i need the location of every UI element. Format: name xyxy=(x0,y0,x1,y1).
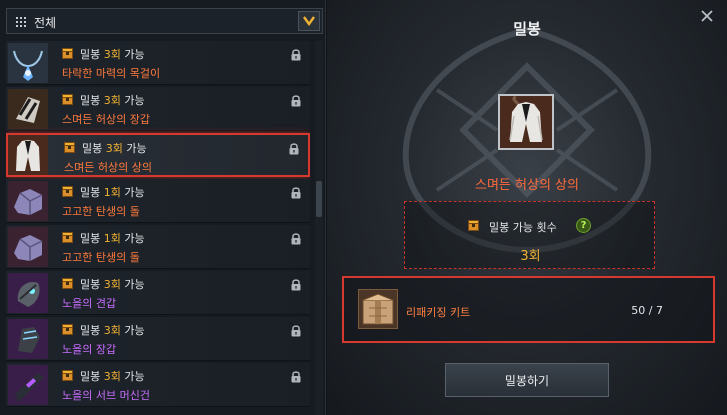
smg-icon xyxy=(8,365,48,405)
seal-count-label: 밀봉 가능 횟수 xyxy=(489,221,557,234)
seal-count-value: 3회 xyxy=(520,249,541,264)
coat-icon xyxy=(8,135,48,175)
item-list-panel: 전체 밀봉 3회 가능 타락한 마력의 목걸이 밀봉 3회 가능 스며든 허상의 장갑… xyxy=(0,0,326,415)
list-item[interactable]: 밀봉 3회 가능노을의 서브 머신건 xyxy=(6,363,310,407)
selected-item-name: 스며든 허상의 상의 xyxy=(475,178,579,193)
lock-icon xyxy=(291,325,301,337)
list-item[interactable]: 밀봉 3회 가능 노을의 장갑 xyxy=(6,317,310,361)
chest-icon xyxy=(62,94,73,105)
seal-count-box: 밀봉 가능 횟수 ? 3회 xyxy=(404,201,655,269)
item-name: 스며든 허상의 상의 xyxy=(64,161,152,174)
seal-count: 1회 xyxy=(103,186,121,199)
close-icon[interactable] xyxy=(700,9,714,23)
chest-icon xyxy=(62,278,73,289)
stone-icon xyxy=(8,227,48,267)
seal-prefix: 밀봉 xyxy=(80,278,104,291)
filter-label: 전체 xyxy=(34,16,57,30)
item-seal-status: 밀봉 3회 가능 xyxy=(80,322,145,338)
sealable-item-list: 밀봉 3회 가능 타락한 마력의 목걸이 밀봉 3회 가능 스며든 허상의 장갑 밀봉 … xyxy=(6,41,310,415)
lock-icon xyxy=(291,371,301,383)
seal-button[interactable]: 밀봉하기 xyxy=(445,363,609,397)
necklace-icon xyxy=(8,43,48,83)
chest-icon xyxy=(468,220,479,231)
item-name: 고고한 탄생의 돌 xyxy=(62,205,140,218)
seal-suffix: 가능 xyxy=(120,186,145,199)
chest-icon xyxy=(62,370,73,381)
item-name: 노을의 서브 머신건 xyxy=(62,389,150,402)
list-scrollbar[interactable] xyxy=(315,41,323,415)
grid-icon xyxy=(16,17,26,27)
item-name: 타락한 마력의 목걸이 xyxy=(62,67,161,80)
seal-prefix: 밀봉 xyxy=(80,48,104,61)
list-item[interactable]: 밀봉 3회 가능스며든 허상의 상의 xyxy=(6,133,310,177)
repackaging-kit-icon xyxy=(358,289,398,329)
scrollbar-thumb[interactable] xyxy=(316,181,322,217)
chest-icon xyxy=(64,142,75,153)
item-name: 노을의 장갑 xyxy=(62,343,117,356)
seal-suffix: 가능 xyxy=(120,48,145,61)
seal-prefix: 밀봉 xyxy=(80,186,104,199)
item-name: 노을의 견갑 xyxy=(62,297,117,310)
chest-icon xyxy=(62,48,73,59)
lock-icon xyxy=(289,143,299,155)
list-item[interactable]: 밀봉 3회 가능 노을의 견갑 xyxy=(6,271,310,315)
seal-suffix: 가능 xyxy=(120,324,145,337)
lock-icon xyxy=(291,279,301,291)
seal-suffix: 가능 xyxy=(120,278,145,291)
seal-prefix: 밀봉 xyxy=(80,324,104,337)
lock-icon xyxy=(291,233,301,245)
item-seal-status: 밀봉 3회 가능 xyxy=(80,92,145,108)
seal-suffix: 가능 xyxy=(120,370,145,383)
seal-prefix: 밀봉 xyxy=(80,232,104,245)
pauldron-icon xyxy=(8,273,48,313)
chest-icon xyxy=(62,232,73,243)
material-row: 리패키징 키트 50 / 7 xyxy=(342,276,715,343)
coat-icon xyxy=(500,96,552,148)
list-item[interactable]: 밀봉 3회 가능타락한 마력의 목걸이 xyxy=(6,41,310,85)
material-count: 50 / 7 xyxy=(631,304,663,317)
seal-prefix: 밀봉 xyxy=(80,94,104,107)
item-seal-status: 밀봉 1회 가능 xyxy=(80,230,145,246)
selected-item-icon xyxy=(498,94,554,150)
item-seal-status: 밀봉 3회 가능 xyxy=(82,140,147,156)
item-name: 스며든 허상의 장갑 xyxy=(62,113,150,126)
seal-count: 3회 xyxy=(103,324,121,337)
seal-count: 3회 xyxy=(103,370,121,383)
seal-prefix: 밀봉 xyxy=(80,370,104,383)
stone-icon xyxy=(8,181,48,221)
item-name: 고고한 탄생의 돌 xyxy=(62,251,140,264)
seal-count: 3회 xyxy=(103,48,121,61)
glove-icon xyxy=(8,319,48,359)
chest-icon xyxy=(62,324,73,335)
item-seal-status: 밀봉 3회 가능 xyxy=(80,46,145,62)
gauntlet-icon xyxy=(8,89,48,129)
item-seal-status: 밀봉 3회 가능 xyxy=(80,276,145,292)
item-seal-status: 밀봉 1회 가능 xyxy=(80,184,145,200)
seal-count: 3회 xyxy=(103,278,121,291)
chevron-down-icon xyxy=(303,16,315,26)
seal-suffix: 가능 xyxy=(120,94,145,107)
item-seal-status: 밀봉 3회 가능 xyxy=(80,368,145,384)
seal-count: 3회 xyxy=(105,142,123,155)
chest-icon xyxy=(62,186,73,197)
seal-suffix: 가능 xyxy=(120,232,145,245)
seal-suffix: 가능 xyxy=(122,142,147,155)
seal-count: 3회 xyxy=(103,94,121,107)
filter-dropdown-button[interactable] xyxy=(298,11,320,31)
seal-detail-panel: 밀봉 스며든 허상의 상의 밀봉 가능 횟수 ? 3회 리패키징 키트 50 /… xyxy=(327,0,727,415)
seal-prefix: 밀봉 xyxy=(82,142,106,155)
list-item[interactable]: 밀봉 3회 가능스며든 허상의 장갑 xyxy=(6,87,310,131)
list-item[interactable]: 밀봉 1회 가능고고한 탄생의 돌 xyxy=(6,179,310,223)
category-filter[interactable]: 전체 xyxy=(6,8,323,34)
material-name: 리패키징 키트 xyxy=(406,306,471,319)
lock-icon xyxy=(291,95,301,107)
seal-count: 1회 xyxy=(103,232,121,245)
list-item[interactable]: 밀봉 1회 가능고고한 탄생의 돌 xyxy=(6,225,310,269)
lock-icon xyxy=(291,49,301,61)
panel-title: 밀봉 xyxy=(513,20,541,38)
lock-icon xyxy=(291,187,301,199)
help-icon[interactable]: ? xyxy=(576,218,591,233)
